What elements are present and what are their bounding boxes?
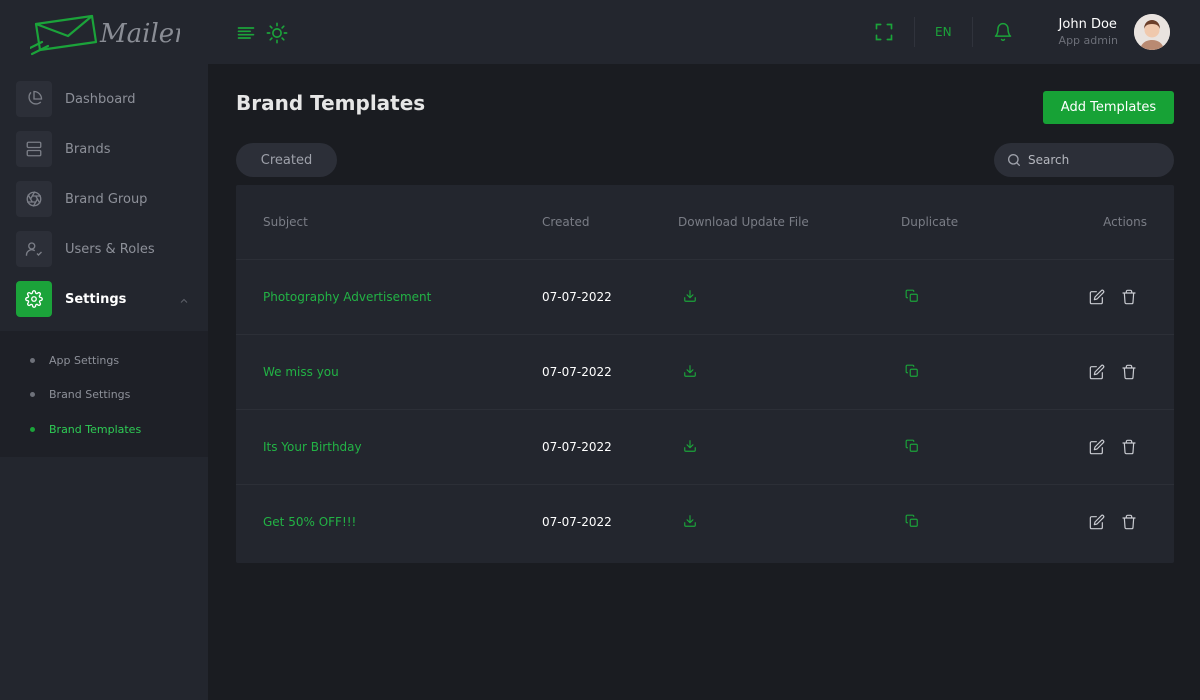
column-header-duplicate: Duplicate (901, 215, 959, 229)
sidebar-item-label: Settings (65, 291, 127, 307)
language-selector[interactable]: EN (915, 25, 972, 39)
bullet-dot-icon (30, 392, 35, 398)
aperture-icon (16, 181, 52, 217)
submenu-item-label: Brand Templates (49, 422, 142, 436)
sidebar-item-label: Brand Group (65, 191, 148, 207)
fullscreen-icon (874, 22, 894, 42)
template-subject-link[interactable]: We miss you (263, 365, 339, 379)
user-menu[interactable]: John Doe App admin (1059, 14, 1170, 50)
column-header-created[interactable]: Created (542, 215, 678, 229)
user-check-icon (16, 231, 52, 267)
created-date: 07-07-2022 (542, 365, 612, 379)
topbar: EN John Doe App admin (208, 0, 1200, 64)
settings-submenu: App Settings Brand Settings Brand Templa… (0, 331, 208, 457)
submenu-item-label: App Settings (49, 353, 120, 367)
trash-icon[interactable] (1121, 364, 1137, 380)
pie-chart-icon (16, 81, 52, 117)
download-icon[interactable] (683, 364, 697, 378)
sun-icon[interactable] (266, 22, 288, 44)
notifications-button[interactable] (973, 22, 1033, 42)
sidebar-item-dashboard[interactable]: Dashboard (0, 74, 208, 124)
trash-icon[interactable] (1121, 289, 1137, 305)
download-icon[interactable] (683, 514, 697, 528)
logo-text: Mailer (99, 19, 180, 49)
page-title: Brand Templates (236, 91, 426, 115)
bullet-dot-icon (30, 357, 35, 363)
template-subject-link[interactable]: Get 50% OFF!!! (263, 515, 356, 529)
envelope-logo-icon: Mailer (30, 14, 180, 56)
sidebar-item-brands[interactable]: Brands (0, 124, 208, 174)
edit-icon[interactable] (1089, 364, 1105, 380)
template-subject-link[interactable]: Its Your Birthday (263, 440, 362, 454)
trash-icon[interactable] (1121, 439, 1137, 455)
table-row: We miss you 07-07-2022 (236, 334, 1174, 409)
filter-chip-created[interactable]: Created (236, 143, 337, 177)
sidebar-item-brand-group[interactable]: Brand Group (0, 174, 208, 224)
sidebar: Mailer Dashboard Brands Brand Group User… (0, 0, 208, 700)
avatar (1134, 14, 1170, 50)
chevron-up-icon[interactable] (178, 292, 190, 311)
menu-lines-icon[interactable] (236, 23, 256, 43)
download-icon[interactable] (683, 439, 697, 453)
sidebar-item-settings[interactable]: Settings (0, 274, 208, 324)
sidebar-item-label: Dashboard (65, 91, 136, 107)
submenu-item-brand-settings[interactable]: Brand Settings (0, 378, 208, 413)
created-date: 07-07-2022 (542, 440, 612, 454)
edit-icon[interactable] (1089, 514, 1105, 530)
duplicate-icon[interactable] (905, 289, 919, 303)
language-label: EN (934, 25, 952, 39)
sidebar-item-label: Users & Roles (65, 241, 155, 257)
duplicate-icon[interactable] (905, 514, 919, 528)
trash-icon[interactable] (1121, 514, 1137, 530)
bell-icon (993, 22, 1013, 42)
download-icon[interactable] (683, 289, 697, 303)
search-icon (1006, 152, 1022, 168)
templates-table: Subject Created Download Update File Dup… (236, 185, 1174, 563)
user-name: John Doe (1058, 17, 1117, 32)
table-row: Get 50% OFF!!! 07-07-2022 (236, 484, 1174, 559)
user-avatar-icon (1134, 14, 1170, 50)
table-header: Subject Created Download Update File Dup… (236, 185, 1174, 259)
edit-icon[interactable] (1089, 439, 1105, 455)
template-subject-link[interactable]: Photography Advertisement (263, 290, 431, 304)
submenu-item-label: Brand Settings (49, 388, 131, 402)
add-templates-button[interactable]: Add Templates (1043, 91, 1174, 124)
user-role: App admin (1058, 34, 1118, 47)
table-row: Photography Advertisement 07-07-2022 (236, 259, 1174, 334)
server-icon (16, 131, 52, 167)
search-box (994, 143, 1174, 177)
column-header-download: Download Update File (678, 215, 809, 229)
sidebar-nav: Dashboard Brands Brand Group Users & Rol… (0, 64, 208, 457)
column-header-subject[interactable]: Subject (236, 215, 542, 229)
column-header-actions: Actions (1103, 215, 1147, 229)
table-row: Its Your Birthday 07-07-2022 (236, 409, 1174, 484)
edit-icon[interactable] (1089, 289, 1105, 305)
fullscreen-button[interactable] (854, 22, 914, 42)
gear-icon (16, 281, 52, 317)
created-date: 07-07-2022 (542, 290, 612, 304)
created-date: 07-07-2022 (542, 515, 612, 529)
app-logo[interactable]: Mailer (0, 0, 208, 64)
sidebar-item-label: Brands (65, 141, 111, 157)
duplicate-icon[interactable] (905, 364, 919, 378)
submenu-item-brand-templates[interactable]: Brand Templates (0, 412, 208, 447)
submenu-item-app-settings[interactable]: App Settings (0, 343, 208, 378)
duplicate-icon[interactable] (905, 439, 919, 453)
search-input[interactable] (1028, 153, 1168, 167)
sidebar-item-users-roles[interactable]: Users & Roles (0, 224, 208, 274)
bullet-dot-icon (30, 426, 35, 432)
